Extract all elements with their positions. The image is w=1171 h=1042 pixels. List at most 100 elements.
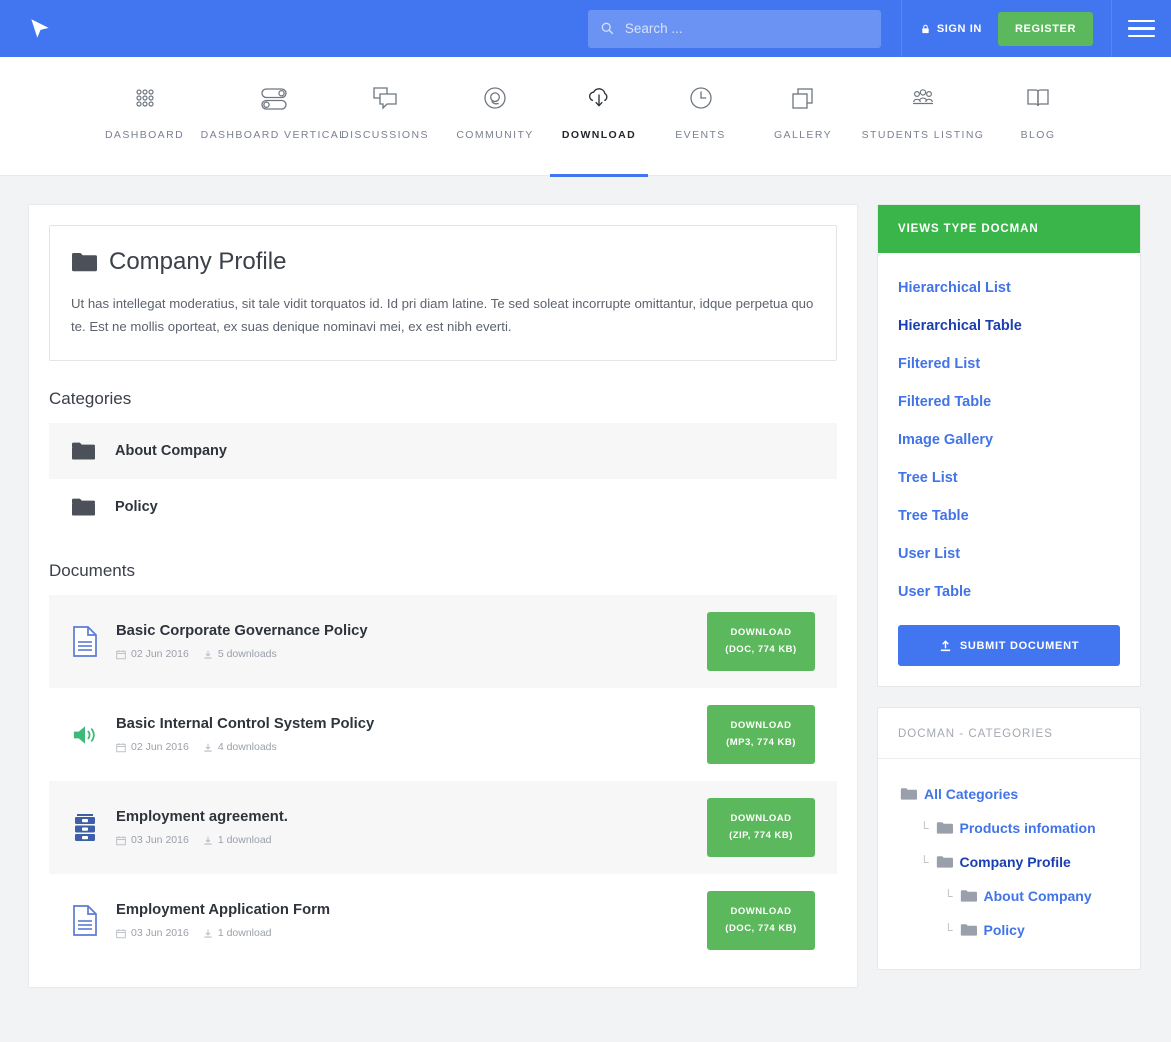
- document-meta: 03 Jun 2016 1 download: [116, 834, 689, 846]
- nav-item-students-listing[interactable]: STUDENTS LISTING: [853, 57, 993, 176]
- nav-item-blog[interactable]: BLOG: [993, 57, 1083, 176]
- cloud-download-icon: [584, 83, 614, 113]
- tree-label: About Company: [983, 888, 1092, 904]
- view-link-tree-table[interactable]: Tree Table: [898, 497, 1120, 535]
- download-icon: [204, 743, 212, 752]
- document-row[interactable]: Basic Internal Control System Policy 02 …: [49, 688, 837, 781]
- download-button-label: DOWNLOAD: [730, 813, 792, 825]
- open-book-icon: [1023, 83, 1053, 113]
- nav-label: STUDENTS LISTING: [861, 129, 985, 141]
- chat-bubbles-icon: [370, 83, 400, 113]
- document-date-text: 02 Jun 2016: [131, 648, 189, 661]
- document-downloads-text: 4 downloads: [217, 741, 277, 754]
- document-info: Basic Internal Control System Policy 02 …: [116, 716, 689, 753]
- tree-node-company-profile[interactable]: └ Company Profile: [898, 845, 1120, 879]
- view-link-filtered-list[interactable]: Filtered List: [898, 345, 1120, 383]
- categories-widget-title: DOCMAN - CATEGORIES: [878, 708, 1140, 759]
- download-icon: [204, 836, 212, 845]
- document-date: 03 Jun 2016: [116, 834, 189, 846]
- category-label: About Company: [115, 443, 227, 460]
- upload-icon: [940, 640, 951, 652]
- nav-item-dashboard[interactable]: DASHBOARD: [72, 57, 217, 176]
- nav-label: DOWNLOAD: [561, 129, 637, 141]
- search-input[interactable]: [624, 21, 869, 36]
- page-body: Company Profile Ut has intellegat modera…: [0, 176, 1171, 990]
- intro-header: Company Profile: [71, 248, 815, 276]
- document-meta: 03 Jun 2016 1 download: [116, 927, 689, 939]
- view-link-tree-list[interactable]: Tree List: [898, 459, 1120, 497]
- nav-label: COMMUNITY: [456, 129, 534, 141]
- view-link-hierarchical-list[interactable]: Hierarchical List: [898, 269, 1120, 307]
- document-title: Employment Application Form: [116, 902, 331, 919]
- category-intro-box: Company Profile Ut has intellegat modera…: [49, 225, 837, 362]
- circle-target-icon: [481, 83, 509, 113]
- views-type-widget: VIEWS TYPE DOCMAN Hierarchical List Hier…: [877, 204, 1141, 687]
- tree-node-all-categories[interactable]: All Categories: [898, 777, 1120, 811]
- nav-item-discussions[interactable]: DISCUSSIONS: [330, 57, 440, 176]
- folder-icon: [936, 856, 953, 868]
- nav-item-events[interactable]: EVENTS: [648, 57, 753, 176]
- download-button[interactable]: DOWNLOAD (MP3, 774 KB): [707, 705, 815, 765]
- category-row[interactable]: About Company: [49, 423, 837, 480]
- hamburger-line: [1128, 27, 1155, 30]
- cursor-logo-icon: [31, 18, 49, 38]
- views-widget-body: Hierarchical List Hierarchical Table Fil…: [878, 253, 1140, 686]
- category-label: Policy: [115, 499, 158, 516]
- download-button-filesize: (ZIP, 774 KB): [729, 829, 793, 841]
- nav-label: DASHBOARD: [104, 129, 185, 141]
- menu-hamburger-icon[interactable]: [1112, 19, 1171, 38]
- document-meta: 02 Jun 2016 5 downloads: [116, 648, 689, 660]
- download-button-label: DOWNLOAD: [730, 627, 792, 639]
- auth-zone: SIGN IN REGISTER: [900, 0, 1112, 57]
- view-link-image-gallery[interactable]: Image Gallery: [898, 421, 1120, 459]
- nav-item-community[interactable]: COMMUNITY: [440, 57, 550, 176]
- document-info: Employment agreement. 03 Jun 2016 1 down…: [116, 809, 689, 846]
- register-button[interactable]: REGISTER: [997, 11, 1093, 46]
- folder-icon: [72, 253, 97, 272]
- document-row[interactable]: Basic Corporate Governance Policy 02 Jun…: [49, 595, 837, 689]
- view-link-hierarchical-table[interactable]: Hierarchical Table: [898, 307, 1120, 345]
- document-date: 02 Jun 2016: [116, 741, 189, 753]
- nav-item-download[interactable]: DOWNLOAD: [550, 57, 648, 177]
- top-bar: SIGN IN REGISTER: [0, 0, 1171, 57]
- file-document-icon: [71, 904, 98, 938]
- download-button-filesize: (DOC, 774 KB): [725, 922, 797, 934]
- document-downloads: 4 downloads: [203, 741, 277, 753]
- folder-icon: [936, 822, 953, 834]
- document-row[interactable]: Employment Application Form 03 Jun 2016: [49, 874, 837, 967]
- nav-item-gallery[interactable]: GALLERY: [753, 57, 853, 176]
- search-box[interactable]: [587, 9, 881, 48]
- document-downloads-text: 1 download: [217, 834, 272, 847]
- view-link-filtered-table[interactable]: Filtered Table: [898, 383, 1120, 421]
- sign-in-link[interactable]: SIGN IN: [920, 23, 982, 35]
- submit-document-button[interactable]: SUBMIT DOCUMENT: [898, 625, 1120, 666]
- submit-document-label: SUBMIT DOCUMENT: [959, 639, 1080, 652]
- tree-elbow-icon: └: [944, 923, 953, 937]
- tree-elbow-icon: └: [920, 821, 929, 835]
- toggles-icon: [257, 83, 291, 113]
- download-button[interactable]: DOWNLOAD (DOC, 774 KB): [707, 891, 815, 951]
- tree-label: Products infomation: [959, 820, 1096, 836]
- download-button[interactable]: DOWNLOAD (DOC, 774 KB): [707, 612, 815, 672]
- view-link-user-table[interactable]: User Table: [898, 573, 1120, 611]
- grid-dots-icon: [132, 83, 158, 113]
- download-button[interactable]: DOWNLOAD (ZIP, 774 KB): [707, 798, 815, 858]
- file-document-icon: [71, 625, 98, 659]
- main-content-card: Company Profile Ut has intellegat modera…: [28, 204, 858, 989]
- download-icon: [204, 650, 212, 659]
- tree-node-policy[interactable]: └ Policy: [898, 913, 1120, 947]
- document-info: Basic Corporate Governance Policy 02 Jun…: [116, 623, 689, 660]
- tree-node-about-company[interactable]: └ About Company: [898, 879, 1120, 913]
- people-group-icon: [907, 83, 939, 113]
- document-row[interactable]: Employment agreement. 03 Jun 2016 1 down…: [49, 781, 837, 875]
- nav-item-dashboard-vertical[interactable]: DASHBOARD VERTICAL: [201, 57, 345, 176]
- calendar-icon: [116, 742, 126, 752]
- category-row[interactable]: Policy: [49, 479, 837, 535]
- view-link-user-list[interactable]: User List: [898, 535, 1120, 573]
- site-logo[interactable]: [0, 16, 70, 42]
- docman-categories-widget: DOCMAN - CATEGORIES All Categories └ Pro…: [877, 707, 1141, 970]
- folder-icon: [900, 788, 917, 800]
- tree-node-products-infomation[interactable]: └ Products infomation: [898, 811, 1120, 845]
- calendar-icon: [116, 835, 126, 845]
- calendar-icon: [116, 928, 126, 938]
